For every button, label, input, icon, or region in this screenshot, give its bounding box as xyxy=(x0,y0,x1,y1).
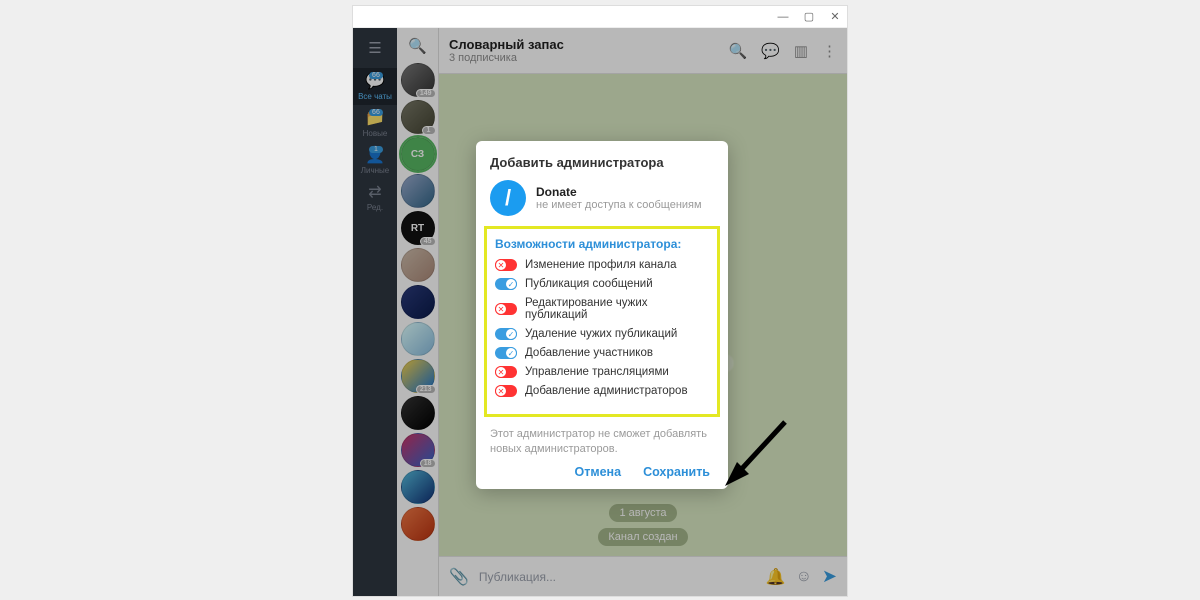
admin-status: не имеет доступа к сообщениям xyxy=(536,199,702,211)
add-admin-modal: Добавить администратора / Donate не имее… xyxy=(476,141,728,489)
permission-toggle[interactable]: ✓ xyxy=(495,347,517,359)
permission-label: Управление трансляциями xyxy=(525,366,669,378)
permission-toggle[interactable]: ✕ xyxy=(495,259,517,271)
permission-row-3: ✓ Удаление чужих публикаций xyxy=(495,328,709,340)
permission-toggle[interactable]: ✕ xyxy=(495,366,517,378)
permission-label: Добавление администраторов xyxy=(525,385,688,397)
close-button[interactable]: ✕ xyxy=(829,10,841,23)
permission-row-1: ✓ Публикация сообщений xyxy=(495,278,709,290)
permissions-heading: Возможности администратора: xyxy=(495,237,709,251)
permissions-section: Возможности администратора: ✕ Изменение п… xyxy=(484,226,720,417)
permission-label: Удаление чужих публикаций xyxy=(525,328,677,340)
permission-row-4: ✓ Добавление участников xyxy=(495,347,709,359)
modal-footer-note: Этот администратор не сможет добавлять н… xyxy=(490,427,714,457)
permission-label: Изменение профиля канала xyxy=(525,259,677,271)
permission-toggle[interactable]: ✕ xyxy=(495,385,517,397)
maximize-button[interactable]: ▢ xyxy=(803,10,815,23)
permission-toggle[interactable]: ✕ xyxy=(495,303,517,315)
app-window: — ▢ ✕ ☰ 💬66Все чаты📁66Новые👤1Личные⇄Ред.… xyxy=(353,6,847,596)
admin-user-row[interactable]: / Donate не имеет доступа к сообщениям xyxy=(490,180,714,216)
permission-label: Добавление участников xyxy=(525,347,653,359)
save-button[interactable]: Сохранить xyxy=(643,465,710,479)
permission-toggle[interactable]: ✓ xyxy=(495,328,517,340)
cancel-button[interactable]: Отмена xyxy=(575,465,622,479)
permission-row-2: ✕ Редактирование чужих публикаций xyxy=(495,297,709,321)
admin-name: Donate xyxy=(536,185,702,199)
permission-toggle[interactable]: ✓ xyxy=(495,278,517,290)
window-title-bar: — ▢ ✕ xyxy=(353,6,847,28)
permission-row-0: ✕ Изменение профиля канала xyxy=(495,259,709,271)
permission-row-6: ✕ Добавление администраторов xyxy=(495,385,709,397)
permission-row-5: ✕ Управление трансляциями xyxy=(495,366,709,378)
permission-label: Публикация сообщений xyxy=(525,278,653,290)
modal-title: Добавить администратора xyxy=(490,155,714,170)
minimize-button[interactable]: — xyxy=(777,11,789,23)
admin-avatar: / xyxy=(490,180,526,216)
permission-label: Редактирование чужих публикаций xyxy=(525,297,709,321)
